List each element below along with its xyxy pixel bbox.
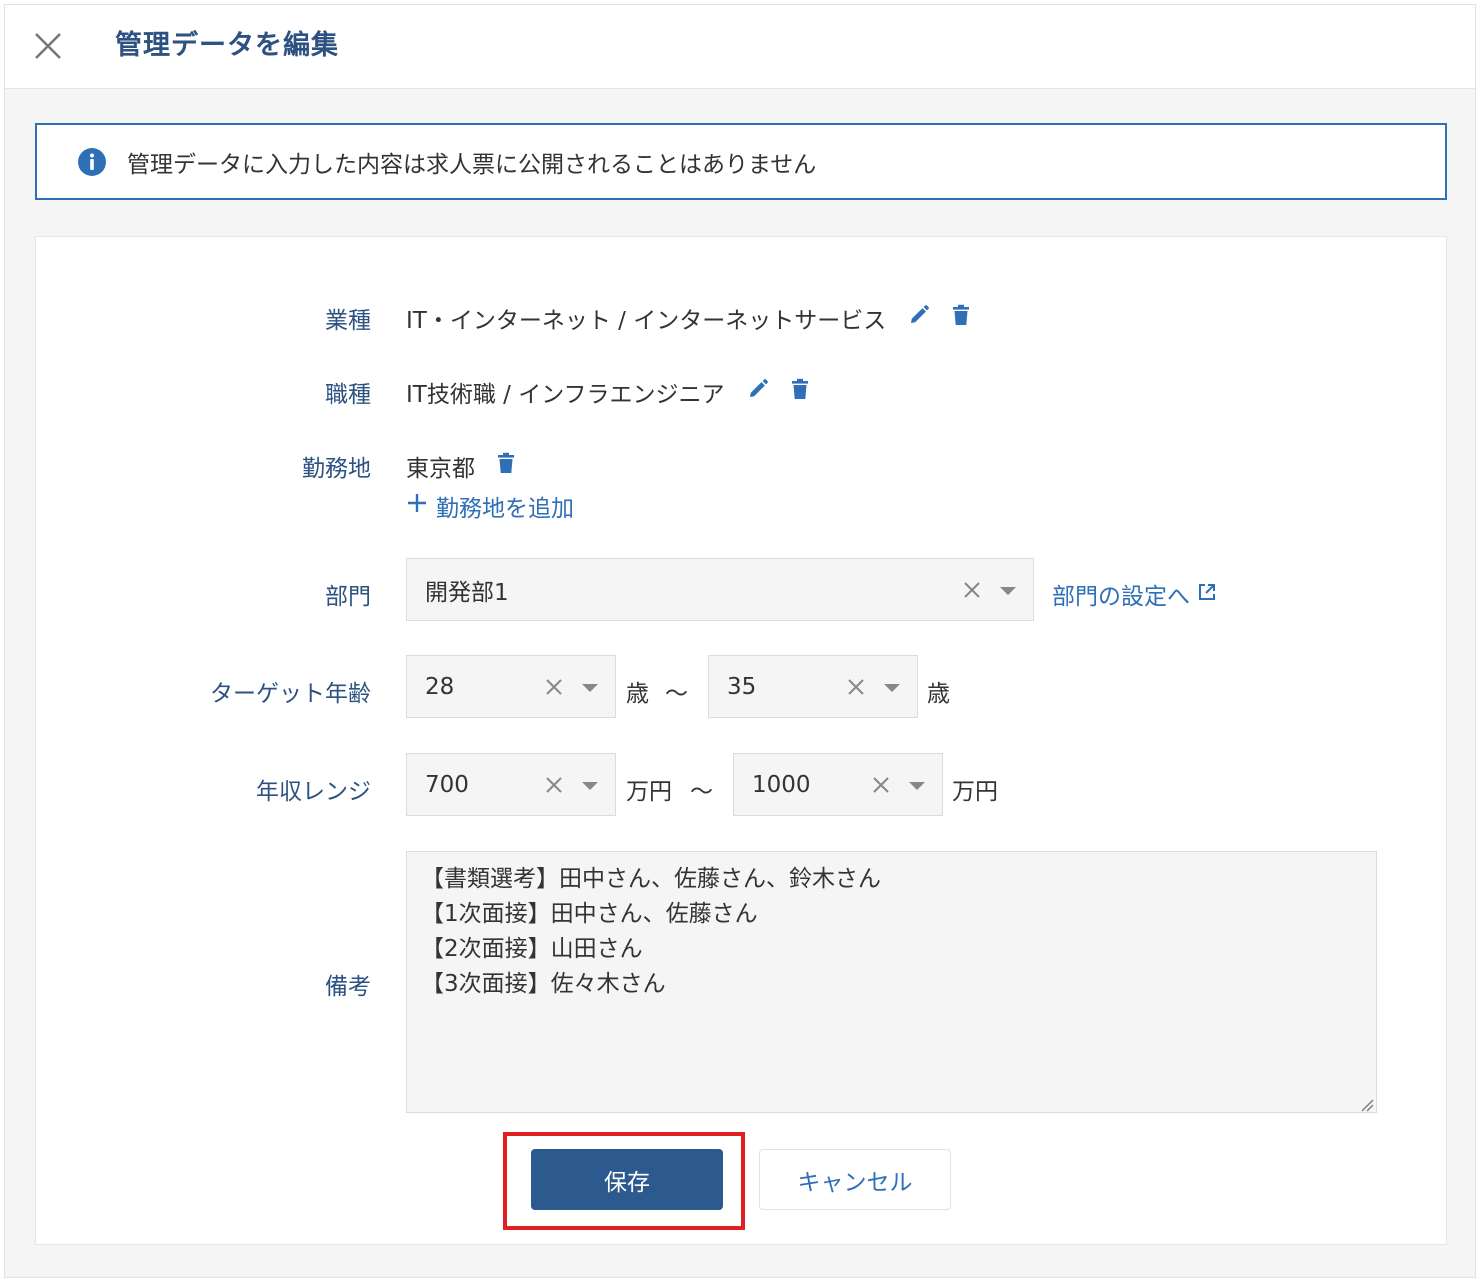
chevron-down-icon[interactable] — [579, 676, 601, 698]
add-location-label: 勤務地を追加 — [436, 496, 574, 522]
age-min-value: 28 — [425, 673, 455, 700]
occupation-label: 職種 — [325, 382, 371, 408]
clear-icon[interactable] — [845, 676, 867, 698]
location-value: 東京都 — [406, 456, 475, 482]
notice-text: 管理データに入力した内容は求人票に公開されることはありません — [127, 151, 817, 178]
dialog-header: 管理データを編集 — [5, 5, 1475, 89]
department-settings-link[interactable]: 部門の設定へ — [1052, 577, 1216, 611]
department-select[interactable]: 開発部1 — [406, 558, 1034, 621]
salary-max-select[interactable]: 1000 — [733, 753, 943, 816]
external-link-icon — [1190, 581, 1216, 607]
clear-icon[interactable] — [543, 774, 565, 796]
chevron-down-icon[interactable] — [906, 774, 928, 796]
add-location-link[interactable]: 勤務地を追加 — [406, 489, 574, 523]
chevron-down-icon[interactable] — [579, 774, 601, 796]
industry-value: IT・インターネット / インターネットサービス — [406, 308, 887, 334]
age-min-select[interactable]: 28 — [406, 655, 616, 718]
salary-range-label: 年収レンジ — [256, 779, 371, 805]
industry-row: IT・インターネット / インターネットサービス — [406, 301, 970, 335]
clear-icon[interactable] — [870, 774, 892, 796]
salary-min-value: 700 — [425, 771, 469, 798]
resize-grip-icon[interactable] — [1360, 1097, 1374, 1112]
clear-icon[interactable] — [543, 676, 565, 698]
edit-pencil-icon[interactable] — [747, 378, 769, 406]
salary-max-value: 1000 — [752, 771, 811, 798]
trash-icon[interactable] — [791, 378, 809, 406]
industry-label: 業種 — [325, 308, 371, 334]
department-settings-label: 部門の設定へ — [1052, 584, 1190, 610]
clear-icon[interactable] — [961, 579, 983, 601]
edit-dialog: 管理データを編集 管理データに入力した内容は求人票に公開されることはありません … — [4, 4, 1476, 1278]
occupation-value: IT技術職 / インフラエンジニア — [406, 382, 725, 408]
trash-icon[interactable] — [497, 452, 515, 480]
edit-pencil-icon[interactable] — [908, 304, 930, 332]
cancel-button[interactable]: キャンセル — [759, 1149, 951, 1210]
info-notice: 管理データに入力した内容は求人票に公開されることはありません — [35, 123, 1447, 200]
target-age-label: ターゲット年齢 — [210, 681, 371, 707]
salary-unit: 万円 — [952, 779, 998, 805]
chevron-down-icon[interactable] — [997, 579, 1019, 601]
trash-icon[interactable] — [952, 304, 970, 332]
location-row: 東京都 — [406, 449, 515, 483]
chevron-down-icon[interactable] — [881, 676, 903, 698]
age-unit: 歳 — [927, 681, 950, 707]
salary-unit: 万円 — [626, 779, 672, 805]
notes-textarea[interactable] — [406, 851, 1377, 1113]
page-title: 管理データを編集 — [115, 30, 339, 61]
age-unit: 歳 — [626, 681, 649, 707]
close-icon[interactable] — [31, 29, 65, 63]
save-button[interactable]: 保存 — [531, 1149, 723, 1210]
age-range-separator: 〜 — [665, 681, 688, 707]
salary-range-separator: 〜 — [690, 779, 713, 805]
department-label: 部門 — [325, 584, 371, 610]
notes-label: 備考 — [325, 974, 371, 1000]
occupation-row: IT技術職 / インフラエンジニア — [406, 375, 809, 409]
department-value: 開発部1 — [425, 579, 509, 606]
plus-icon — [406, 492, 436, 520]
location-label: 勤務地 — [302, 456, 371, 482]
age-max-value: 35 — [727, 673, 757, 700]
form-card: 業種 IT・インターネット / インターネットサービス 職種 IT技術職 / イ… — [35, 236, 1447, 1245]
salary-min-select[interactable]: 700 — [406, 753, 616, 816]
age-max-select[interactable]: 35 — [708, 655, 918, 718]
info-icon — [77, 147, 107, 177]
